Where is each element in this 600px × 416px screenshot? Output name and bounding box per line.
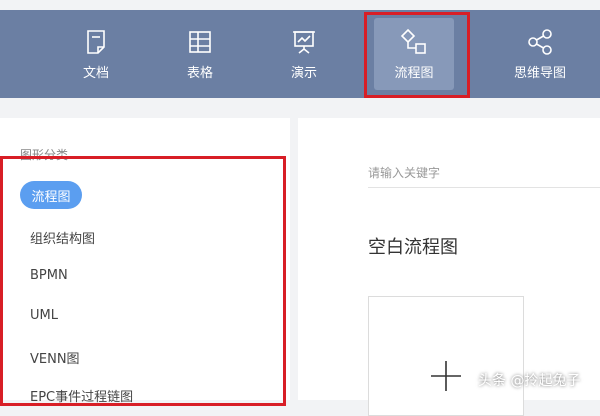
- tool-document[interactable]: 文档: [56, 18, 136, 90]
- tool-document-label: 文档: [82, 65, 109, 81]
- search-input[interactable]: [368, 158, 600, 188]
- tool-table-label: 表格: [186, 65, 213, 81]
- plus-icon: [431, 361, 461, 391]
- top-toolbar: 文档 表格 演示 流程图 思维导图: [0, 10, 600, 98]
- presentation-icon: [290, 28, 318, 56]
- highlight-box-flowchart-tool: [364, 12, 470, 98]
- document-icon: [82, 28, 110, 56]
- section-title: 空白流程图: [368, 237, 458, 258]
- tool-mindmap-label: 思维导图: [513, 65, 566, 81]
- tool-mindmap[interactable]: 思维导图: [500, 18, 580, 90]
- highlight-box-categories: [0, 156, 286, 406]
- tool-table[interactable]: 表格: [160, 18, 240, 90]
- watermark: 头条 @拎起兔子: [478, 373, 581, 389]
- tool-presentation-label: 演示: [290, 65, 317, 81]
- tool-presentation[interactable]: 演示: [264, 18, 344, 90]
- template-panel: 空白流程图: [298, 118, 600, 416]
- blank-flowchart-card[interactable]: [368, 296, 524, 416]
- table-icon: [186, 28, 214, 56]
- mindmap-icon: [526, 28, 554, 56]
